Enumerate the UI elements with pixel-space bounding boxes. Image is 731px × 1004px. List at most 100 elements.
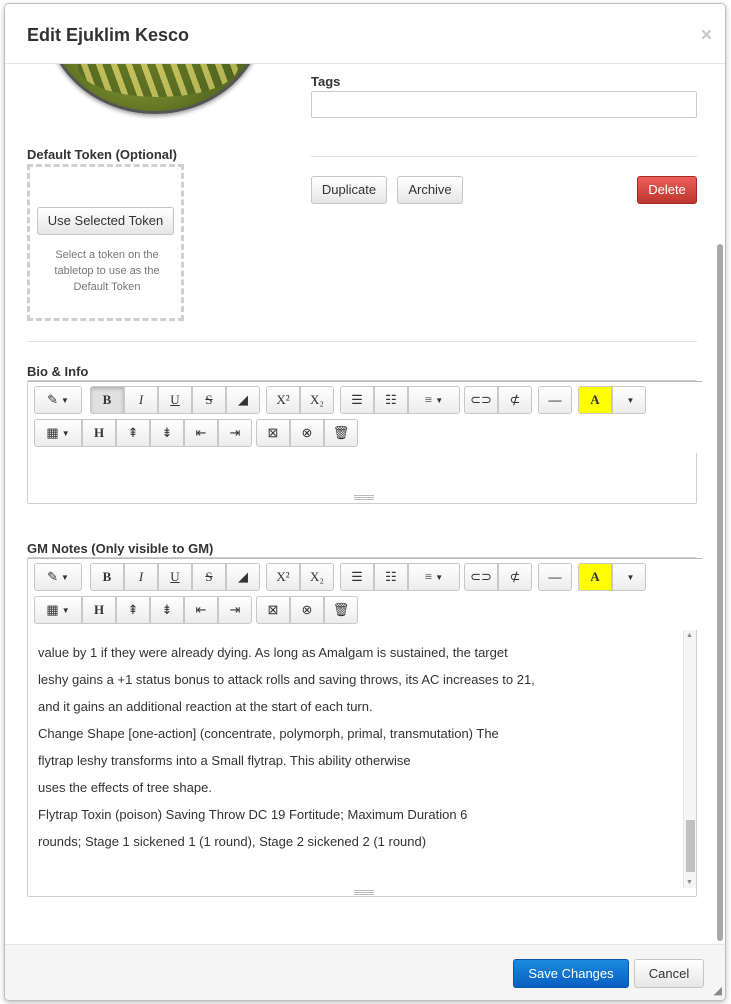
notes-scrollbar[interactable]: ▲ ▼ bbox=[683, 630, 696, 888]
insert-column-right-button[interactable]: ⇥ bbox=[218, 419, 252, 447]
cancel-button[interactable]: Cancel bbox=[634, 959, 704, 988]
tags-input[interactable] bbox=[311, 91, 697, 118]
trash-icon: 🗑 bbox=[332, 602, 350, 617]
bio-content-area[interactable] bbox=[28, 453, 696, 493]
horizontal-rule-button[interactable]: — bbox=[538, 386, 572, 414]
unlink-button[interactable]: ⊄ bbox=[498, 386, 532, 414]
link-button[interactable]: ⊂⊃ bbox=[464, 563, 498, 591]
edit-character-dialog: Edit Ejuklim Kesco × Tags Duplicate Arch… bbox=[4, 3, 726, 1001]
notes-line: Flytrap Toxin (poison) Saving Throw DC 1… bbox=[38, 807, 468, 822]
notes-line: rounds; Stage 1 sickened 1 (1 round), St… bbox=[38, 834, 427, 849]
insert-column-left-icon: ⇤ bbox=[195, 425, 207, 440]
insert-column-left-icon: ⇤ bbox=[195, 602, 207, 617]
save-changes-button[interactable]: Save Changes bbox=[513, 959, 629, 988]
delete-row-icon: ⊠ bbox=[267, 602, 279, 617]
delete-column-button[interactable]: ⊗ bbox=[290, 419, 324, 447]
table-header-button[interactable]: H bbox=[82, 596, 116, 624]
delete-table-button[interactable]: 🗑 bbox=[324, 419, 358, 447]
strikethrough-button[interactable]: S bbox=[192, 386, 226, 414]
resize-corner-icon[interactable]: ◢ bbox=[714, 984, 722, 997]
table-button[interactable]: ▦ ▼ bbox=[34, 419, 82, 447]
bold-button[interactable]: B bbox=[90, 563, 124, 591]
ordered-list-icon: ☰ bbox=[351, 392, 363, 407]
default-token-label: Default Token (Optional) bbox=[27, 147, 177, 162]
gm-notes-content-area[interactable]: value by 1 if they were already dying. A… bbox=[28, 630, 696, 888]
table-button[interactable]: ▦ ▼ bbox=[34, 596, 82, 624]
table-header-button[interactable]: H bbox=[82, 419, 116, 447]
link-icon: ⊂⊃ bbox=[470, 392, 492, 407]
delete-row-button[interactable]: ⊠ bbox=[256, 596, 290, 624]
chevron-down-icon: ▼ bbox=[626, 573, 635, 583]
gm-notes-toolbar: ✎ ▼ B I U S ◢ X² X₂ ☰ ☷ ≡ ▼ ⊂⊃ ⊄ — A ▼ ▦ ▼ … bbox=[28, 558, 702, 630]
notes-line: uses the effects of tree shape. bbox=[38, 780, 212, 795]
insert-column-left-button[interactable]: ⇤ bbox=[184, 596, 218, 624]
scroll-down-icon[interactable]: ▼ bbox=[686, 879, 693, 886]
insert-column-right-button[interactable]: ⇥ bbox=[218, 596, 252, 624]
divider bbox=[311, 156, 697, 157]
use-selected-token-button[interactable]: Use Selected Token bbox=[37, 207, 174, 235]
delete-button[interactable]: Delete bbox=[637, 176, 697, 204]
default-token-dropzone[interactable]: Use Selected Token Select a token on the… bbox=[27, 164, 184, 321]
strikethrough-button[interactable]: S bbox=[192, 563, 226, 591]
subscript-button[interactable]: X₂ bbox=[300, 386, 334, 414]
magic-wand-icon: ✎ bbox=[47, 392, 58, 407]
unlink-button[interactable]: ⊄ bbox=[498, 563, 532, 591]
resize-handle[interactable] bbox=[354, 890, 374, 895]
italic-button[interactable]: I bbox=[124, 386, 158, 414]
italic-button[interactable]: I bbox=[124, 563, 158, 591]
insert-row-below-icon: ⇟ bbox=[161, 602, 173, 617]
unordered-list-button[interactable]: ☷ bbox=[374, 386, 408, 414]
align-button[interactable]: ≡ ▼ bbox=[408, 563, 460, 591]
insert-column-left-button[interactable]: ⇤ bbox=[184, 419, 218, 447]
dialog-scrollbar-thumb[interactable] bbox=[717, 244, 723, 941]
underline-button[interactable]: U bbox=[158, 386, 192, 414]
insert-row-above-icon: ⇞ bbox=[127, 602, 139, 617]
delete-column-button[interactable]: ⊗ bbox=[290, 596, 324, 624]
duplicate-button[interactable]: Duplicate bbox=[311, 176, 387, 204]
link-button[interactable]: ⊂⊃ bbox=[464, 386, 498, 414]
eraser-icon: ◢ bbox=[238, 392, 248, 407]
chevron-down-icon: ▼ bbox=[61, 429, 70, 439]
eraser-button[interactable]: ◢ bbox=[226, 563, 260, 591]
highlight-dropdown-button[interactable]: ▼ bbox=[612, 563, 646, 591]
eraser-icon: ◢ bbox=[238, 569, 248, 584]
notes-line: and it gains an additional reaction at t… bbox=[38, 699, 373, 714]
insert-row-above-button[interactable]: ⇞ bbox=[116, 596, 150, 624]
superscript-button[interactable]: X² bbox=[266, 386, 300, 414]
notes-line: value by 1 if they were already dying. A… bbox=[38, 645, 508, 660]
character-avatar[interactable] bbox=[45, 64, 265, 114]
resize-handle[interactable] bbox=[354, 495, 374, 500]
horizontal-rule-icon: — bbox=[548, 569, 562, 584]
token-help-text: Select a token on the tabletop to use as… bbox=[54, 249, 160, 293]
bold-button[interactable]: B bbox=[90, 386, 124, 414]
scroll-up-icon[interactable]: ▲ bbox=[686, 632, 693, 639]
ordered-list-button[interactable]: ☰ bbox=[340, 563, 374, 591]
unordered-list-button[interactable]: ☷ bbox=[374, 563, 408, 591]
notes-scrollbar-thumb[interactable] bbox=[686, 820, 695, 872]
insert-row-below-button[interactable]: ⇟ bbox=[150, 419, 184, 447]
close-icon[interactable]: × bbox=[701, 25, 712, 47]
unlink-icon: ⊄ bbox=[509, 392, 521, 407]
chevron-down-icon: ▼ bbox=[435, 573, 444, 583]
delete-table-button[interactable]: 🗑 bbox=[324, 596, 358, 624]
magic-style-button[interactable]: ✎ ▼ bbox=[34, 386, 82, 414]
eraser-button[interactable]: ◢ bbox=[226, 386, 260, 414]
align-left-icon: ≡ bbox=[424, 569, 433, 584]
horizontal-rule-button[interactable]: — bbox=[538, 563, 572, 591]
delete-row-button[interactable]: ⊠ bbox=[256, 419, 290, 447]
underline-button[interactable]: U bbox=[158, 563, 192, 591]
magic-style-button[interactable]: ✎ ▼ bbox=[34, 563, 82, 591]
insert-row-above-button[interactable]: ⇞ bbox=[116, 419, 150, 447]
chevron-down-icon: ▼ bbox=[60, 573, 69, 583]
magic-wand-icon: ✎ bbox=[47, 569, 58, 584]
align-button[interactable]: ≡ ▼ bbox=[408, 386, 460, 414]
highlight-color-button[interactable]: A bbox=[578, 563, 612, 591]
superscript-button[interactable]: X² bbox=[266, 563, 300, 591]
subscript-button[interactable]: X₂ bbox=[300, 563, 334, 591]
highlight-color-button[interactable]: A bbox=[578, 386, 612, 414]
highlight-dropdown-button[interactable]: ▼ bbox=[612, 386, 646, 414]
archive-button[interactable]: Archive bbox=[397, 176, 463, 204]
ordered-list-icon: ☰ bbox=[351, 569, 363, 584]
ordered-list-button[interactable]: ☰ bbox=[340, 386, 374, 414]
insert-row-below-button[interactable]: ⇟ bbox=[150, 596, 184, 624]
